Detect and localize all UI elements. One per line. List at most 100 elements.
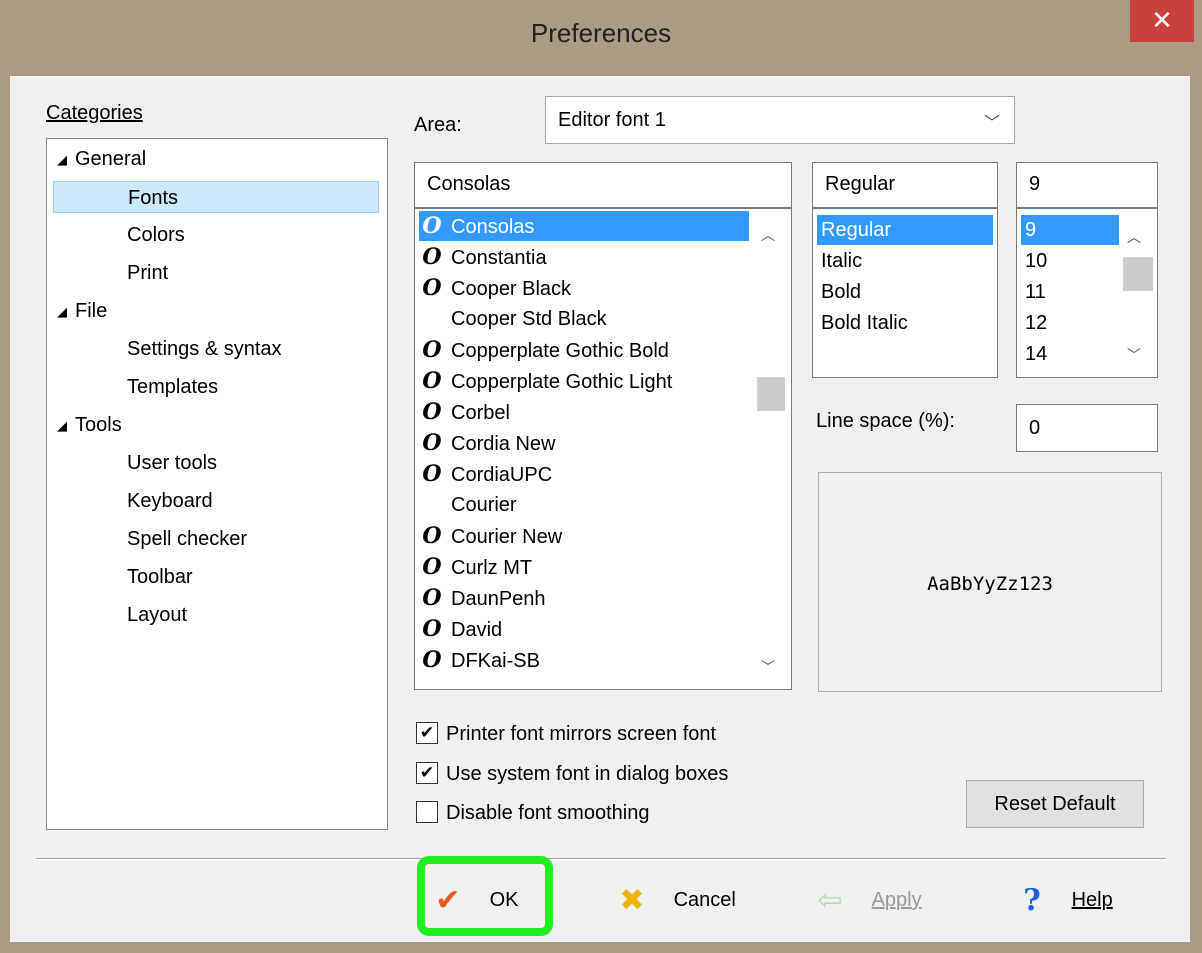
font-size-input[interactable]: 9 [1016, 162, 1158, 208]
scroll-up-icon[interactable]: ︿ [1127, 227, 1141, 247]
font-list-item[interactable]: O Copperplate Gothic Light [419, 366, 672, 396]
font-list-item[interactable]: O CordiaUPC [419, 459, 552, 489]
font-list-item-label: Corbel [451, 402, 510, 424]
font-list-item-label: DaunPenh [451, 588, 546, 610]
font-list-item-label: Curlz MT [451, 557, 533, 579]
help-button[interactable]: ? Help [1012, 872, 1113, 928]
reset-default-label: Reset Default [994, 793, 1116, 815]
reset-default-button[interactable]: Reset Default [966, 780, 1144, 828]
checkbox-label: Disable font smoothing [446, 802, 650, 824]
tree-item-settings-syntax[interactable]: Settings & syntax [53, 333, 379, 365]
font-list-item[interactable]: Courier [419, 490, 517, 520]
font-list-item[interactable]: Cooper Std Black [419, 304, 607, 334]
opentype-font-icon: O [422, 368, 442, 394]
tree-item-label: File [75, 300, 108, 322]
line-space-input[interactable]: 0 [1016, 404, 1158, 452]
font-list-item[interactable]: O Consolas [419, 211, 749, 241]
font-list[interactable]: ︿ ﹀ O Consolas O Constantia O Cooper Black Coo… [414, 208, 792, 690]
cancel-label: Cancel [673, 889, 736, 911]
tree-item-label: General [75, 148, 147, 170]
font-list-item[interactable]: O Copperplate Gothic Bold [419, 335, 669, 365]
tree-item-fonts[interactable]: Fonts [53, 181, 379, 213]
font-list-item[interactable]: O Corbel [419, 397, 510, 427]
tree-item-label: Keyboard [127, 490, 213, 512]
opentype-font-icon: O [422, 554, 442, 580]
tree-item-spell-checker[interactable]: Spell checker [53, 523, 379, 555]
tree-item-label: Tools [75, 414, 122, 436]
font-list-item[interactable]: O Cordia New [419, 428, 555, 458]
tree-item-label: User tools [127, 452, 218, 474]
system-font-checkbox[interactable]: ✔ Use system font in dialog boxes [416, 759, 728, 789]
font-list-scroll-thumb[interactable] [757, 377, 785, 411]
tree-item-file[interactable]: ◢ File [57, 295, 107, 327]
checkbox-box[interactable]: ✔ [416, 721, 438, 744]
font-list-item[interactable]: O DaunPenh [419, 583, 546, 613]
font-size-list[interactable]: ︿ ﹀ 9 10 11 12 14 [1016, 208, 1158, 378]
opentype-font-icon: O [422, 616, 442, 642]
tree-item-print[interactable]: Print [53, 257, 379, 289]
tree-item-label: Print [127, 262, 169, 284]
area-select[interactable]: Editor font 1 ﹀ [545, 96, 1015, 144]
tree-item-tools[interactable]: ◢ Tools [57, 409, 122, 441]
tree-item-templates[interactable]: Templates [53, 371, 379, 403]
font-name-input[interactable]: Consolas [414, 162, 792, 208]
line-space-value: 0 [1029, 417, 1041, 439]
expand-triangle-icon[interactable]: ◢ [57, 296, 67, 328]
font-name-value: Consolas [427, 173, 511, 195]
expand-triangle-icon[interactable]: ◢ [57, 144, 67, 176]
font-list-item[interactable]: O Courier New [419, 521, 562, 551]
font-list-item[interactable]: O Curlz MT [419, 552, 532, 582]
close-button[interactable]: ✕ [1130, 0, 1194, 42]
font-list-item-label: CordiaUPC [451, 464, 553, 486]
chevron-down-icon: ﹀ [983, 115, 1000, 132]
font-style-item[interactable]: Italic [817, 246, 862, 276]
cancel-x-icon: ✖ [619, 883, 645, 917]
font-size-item[interactable]: 12 [1021, 308, 1047, 338]
font-size-scroll-thumb[interactable] [1123, 257, 1153, 291]
window-title: Preferences [530, 18, 672, 48]
font-style-item[interactable]: Bold [817, 277, 861, 307]
font-style-input[interactable]: Regular [812, 162, 998, 208]
checkbox-box[interactable] [416, 800, 438, 823]
expand-triangle-icon[interactable]: ◢ [57, 410, 67, 442]
dialog-client-area: Categories ◢ General Fonts Colors Print ◢ File… [10, 76, 1190, 942]
categories-label: Categories [46, 102, 143, 124]
tree-item-toolbar[interactable]: Toolbar [53, 561, 379, 593]
opentype-font-icon: O [422, 337, 442, 363]
tree-item-general[interactable]: ◢ General [57, 143, 146, 175]
scroll-up-icon[interactable]: ︿ [761, 225, 775, 245]
opentype-font-icon: O [422, 647, 442, 673]
checkbox-label: Printer font mirrors screen font [446, 723, 717, 745]
tree-item-colors[interactable]: Colors [53, 219, 379, 251]
printer-mirrors-checkbox[interactable]: ✔ Printer font mirrors screen font [416, 719, 716, 749]
font-list-item[interactable]: O David [419, 614, 502, 644]
apply-button[interactable]: ⇦ Apply [810, 872, 922, 928]
font-list-item-label: Copperplate Gothic Bold [451, 340, 669, 362]
cancel-button[interactable]: ✖ Cancel [612, 872, 736, 928]
font-list-item[interactable]: O DFKai-SB [419, 645, 540, 675]
font-style-item[interactable]: Bold Italic [817, 308, 908, 338]
scroll-down-icon[interactable]: ﹀ [1127, 345, 1141, 365]
tree-item-keyboard[interactable]: Keyboard [53, 485, 379, 517]
tree-item-layout[interactable]: Layout [53, 599, 379, 631]
font-style-item[interactable]: Regular [817, 215, 993, 245]
scroll-down-icon[interactable]: ﹀ [761, 657, 775, 677]
font-style-list[interactable]: Regular Italic Bold Bold Italic [812, 208, 998, 378]
font-size-item[interactable]: 10 [1021, 246, 1047, 276]
font-list-item[interactable]: O Cooper Black [419, 273, 571, 303]
font-size-item[interactable]: 14 [1021, 339, 1047, 369]
title-bar: Preferences ✕ [0, 0, 1202, 76]
tree-item-label: Spell checker [127, 528, 248, 550]
font-size-item[interactable]: 9 [1021, 215, 1119, 245]
area-select-value: Editor font 1 [558, 109, 666, 131]
font-size-item[interactable]: 11 [1021, 277, 1046, 307]
categories-tree[interactable]: ◢ General Fonts Colors Print ◢ File Settings & … [46, 138, 388, 830]
font-list-item[interactable]: O Constantia [419, 242, 546, 272]
apply-label: Apply [871, 889, 922, 911]
opentype-font-icon: O [422, 585, 442, 611]
checkbox-box[interactable]: ✔ [416, 761, 438, 784]
opentype-font-icon: O [422, 275, 442, 301]
opentype-font-icon: O [422, 213, 442, 239]
disable-smoothing-checkbox[interactable]: Disable font smoothing [416, 798, 649, 828]
tree-item-user-tools[interactable]: User tools [53, 447, 379, 479]
